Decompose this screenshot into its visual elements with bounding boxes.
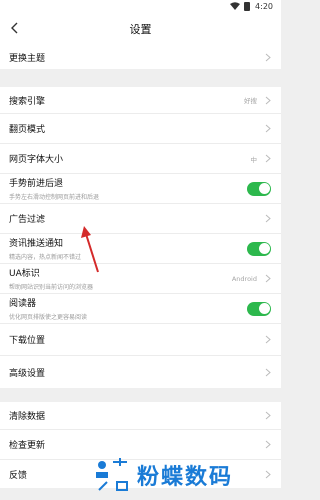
ua-value: Android	[231, 274, 257, 283]
status-icons	[230, 1, 251, 11]
section-gap	[0, 388, 281, 402]
download-location-row[interactable]: 下载位置	[0, 324, 281, 356]
chevron-right-icon	[265, 368, 271, 376]
advanced-settings-row[interactable]: 高级设置	[0, 356, 281, 388]
gesture-label: 手势前进后退	[9, 179, 64, 189]
chevron-right-icon	[265, 214, 271, 223]
ua-sublabel: 帮助网站识别当前访问的浏览器	[9, 284, 94, 291]
chevron-right-icon	[265, 96, 271, 104]
title-bar: 设置	[0, 12, 281, 45]
reader-sublabel: 优化网页排版使之更容易阅读	[9, 314, 88, 321]
ua-row[interactable]: UA标识 帮助网站识别当前访问的浏览器 Android	[0, 264, 281, 294]
reader-row: 阅读器 优化网页排版使之更容易阅读	[0, 294, 281, 324]
toggle-knob	[258, 183, 270, 194]
font-size-value: 中	[250, 155, 258, 164]
clear-data-label: 清除数据	[9, 412, 46, 422]
ad-filter-label: 广告过滤	[9, 215, 46, 225]
change-theme-row[interactable]: 更换主题	[0, 45, 281, 69]
clear-data-row[interactable]: 清除数据	[0, 402, 281, 430]
news-push-row: 资讯推送通知 精选内容，热点新闻不错过	[0, 234, 281, 264]
wifi-icon	[230, 2, 241, 10]
status-bar: 4:20	[0, 0, 281, 12]
search-engine-label: 搜索引擎	[9, 96, 46, 107]
reader-toggle[interactable]	[247, 301, 271, 316]
page-turn-mode-row[interactable]: 翻页模式	[0, 114, 281, 144]
reader-label: 阅读器	[9, 299, 37, 309]
chevron-right-icon	[265, 411, 271, 420]
page-turn-mode-label: 翻页模式	[9, 125, 46, 135]
advanced-settings-label: 高级设置	[9, 368, 46, 379]
chevron-right-icon	[265, 274, 271, 283]
chevron-right-icon	[265, 440, 271, 449]
gesture-row: 手势前进后退 手势左右滑动控制网页前进和后退	[0, 174, 281, 204]
battery-icon	[244, 1, 251, 11]
page-title: 设置	[129, 22, 152, 36]
gesture-toggle[interactable]	[247, 181, 271, 196]
toggle-knob	[258, 303, 270, 314]
font-size-label: 网页字体大小	[9, 155, 64, 165]
news-push-sublabel: 精选内容，热点新闻不错过	[9, 254, 82, 261]
search-engine-row[interactable]: 搜索引擎 好搜	[0, 87, 281, 114]
back-arrow-icon[interactable]	[8, 21, 22, 35]
watermark: 粉蝶数码	[93, 452, 281, 497]
chevron-right-icon	[265, 53, 271, 61]
theme-section: 更换主题	[0, 45, 281, 69]
search-engine-value: 好搜	[244, 97, 257, 105]
ua-label: UA标识	[9, 269, 40, 279]
watermark-text: 粉蝶数码	[137, 464, 234, 490]
chevron-right-icon	[265, 335, 271, 344]
chevron-right-icon	[265, 154, 271, 163]
change-theme-label: 更换主题	[9, 53, 46, 64]
section-gap	[0, 69, 281, 87]
toggle-knob	[258, 243, 270, 254]
ad-filter-row[interactable]: 广告过滤	[0, 204, 281, 234]
font-size-row[interactable]: 网页字体大小 中	[0, 144, 281, 174]
chevron-right-icon	[265, 124, 271, 133]
watermark-logo-icon	[96, 457, 128, 491]
news-push-label: 资讯推送通知	[9, 239, 64, 249]
browse-section: 搜索引擎 好搜 翻页模式 网页字体大小 中 手势前进后退 手势左右滑动控制网页前…	[0, 87, 281, 388]
news-push-toggle[interactable]	[247, 241, 271, 256]
gesture-sublabel: 手势左右滑动控制网页前进和后退	[9, 194, 100, 201]
status-time: 4:20	[255, 1, 273, 11]
download-location-label: 下载位置	[9, 336, 46, 346]
check-update-label: 检查更新	[9, 441, 46, 451]
